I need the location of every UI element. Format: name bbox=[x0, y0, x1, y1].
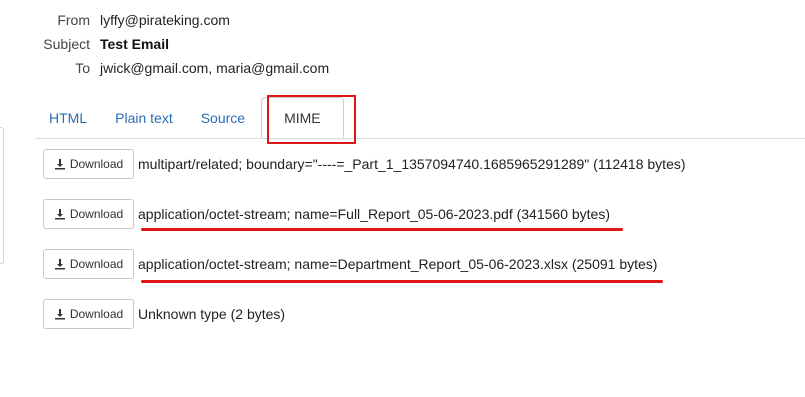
download-label: Download bbox=[69, 257, 124, 271]
download-button[interactable]: Download bbox=[43, 149, 134, 179]
from-label: From bbox=[57, 12, 90, 28]
mime-part: Download Unknown type (2 bytes) bbox=[43, 299, 743, 329]
mime-part-description: application/octet-stream; name=Full_Repo… bbox=[138, 206, 611, 222]
download-icon bbox=[54, 209, 65, 220]
mime-part-description: multipart/related; boundary="----=_Part_… bbox=[138, 156, 686, 172]
mime-part-description: application/octet-stream; name=Departmen… bbox=[138, 256, 658, 272]
left-panel-edge bbox=[0, 127, 4, 264]
from-row: From lyffy@pirateking.com bbox=[0, 8, 400, 32]
download-button[interactable]: Download bbox=[43, 299, 134, 329]
download-button[interactable]: Download bbox=[43, 249, 134, 279]
tab-mime[interactable]: MIME bbox=[261, 97, 344, 138]
tab-source[interactable]: Source bbox=[187, 97, 259, 138]
download-label: Download bbox=[69, 307, 124, 321]
download-icon bbox=[54, 309, 65, 320]
tabs-divider bbox=[35, 138, 805, 139]
download-icon bbox=[54, 159, 65, 170]
download-button[interactable]: Download bbox=[43, 199, 134, 229]
view-tabs: HTML Plain text Source MIME bbox=[35, 97, 346, 138]
to-label: To bbox=[75, 60, 90, 76]
tab-html[interactable]: HTML bbox=[35, 97, 101, 138]
subject-label: Subject bbox=[43, 36, 90, 52]
download-icon bbox=[54, 259, 65, 270]
download-label: Download bbox=[69, 207, 124, 221]
email-headers: From lyffy@pirateking.com Subject Test E… bbox=[0, 8, 400, 80]
subject-row: Subject Test Email bbox=[0, 32, 400, 56]
mime-part-description: Unknown type (2 bytes) bbox=[138, 306, 286, 322]
subject-value: Test Email bbox=[100, 36, 169, 52]
to-row: To jwick@gmail.com, maria@gmail.com bbox=[0, 56, 400, 80]
from-value: lyffy@pirateking.com bbox=[100, 12, 230, 28]
xlsx-part-underline bbox=[141, 280, 663, 283]
mime-part: Download application/octet-stream; name=… bbox=[43, 249, 743, 279]
mime-part: Download multipart/related; boundary="--… bbox=[43, 149, 743, 179]
mime-part: Download application/octet-stream; name=… bbox=[43, 199, 743, 229]
tab-plain-text[interactable]: Plain text bbox=[101, 97, 187, 138]
pdf-part-underline bbox=[141, 228, 623, 231]
download-label: Download bbox=[69, 157, 124, 171]
to-value: jwick@gmail.com, maria@gmail.com bbox=[100, 60, 330, 76]
